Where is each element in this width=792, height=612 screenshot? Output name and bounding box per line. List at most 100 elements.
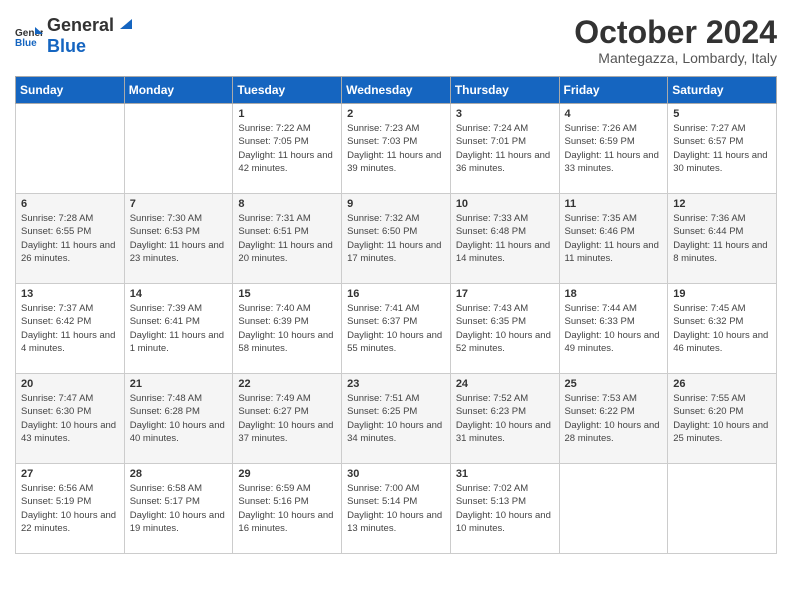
day-number: 20 (21, 378, 119, 390)
page-header: General Blue General Blue October 2024 M… (15, 15, 777, 66)
weekday-header-saturday: Saturday (668, 77, 777, 104)
day-number: 10 (456, 198, 554, 210)
day-number: 22 (238, 378, 336, 390)
day-number: 26 (673, 378, 771, 390)
day-info: Sunrise: 7:32 AM Sunset: 6:50 PM Dayligh… (347, 212, 445, 265)
logo-general-text: General (47, 15, 114, 36)
calendar-cell: 3 Sunrise: 7:24 AM Sunset: 7:01 PM Daylig… (450, 104, 559, 194)
calendar-cell: 20 Sunrise: 7:47 AM Sunset: 6:30 PM Dayli… (16, 374, 125, 464)
calendar-cell: 23Sunrise: 7:51 AM Sunset: 6:25 PM Dayli… (342, 374, 451, 464)
day-info: Sunrise: 7:45 AM Sunset: 6:32 PM Dayligh… (673, 302, 771, 355)
calendar-cell: 2 Sunrise: 7:23 AM Sunset: 7:03 PM Daylig… (342, 104, 451, 194)
calendar-cell: 24 Sunrise: 7:52 AM Sunset: 6:23 PM Dayli… (450, 374, 559, 464)
calendar-cell: 22 Sunrise: 7:49 AM Sunset: 6:27 PM Dayli… (233, 374, 342, 464)
calendar-cell: 28Sunrise: 6:58 AM Sunset: 5:17 PM Dayli… (124, 464, 233, 554)
day-info: Sunrise: 7:40 AM Sunset: 6:39 PM Dayligh… (238, 302, 336, 355)
day-info: Sunrise: 7:22 AM Sunset: 7:05 PM Dayligh… (238, 122, 336, 175)
calendar-cell: 17 Sunrise: 7:43 AM Sunset: 6:35 PM Dayli… (450, 284, 559, 374)
day-info: Sunrise: 6:59 AM Sunset: 5:16 PM Dayligh… (238, 482, 336, 535)
day-info: Sunrise: 7:55 AM Sunset: 6:20 PM Dayligh… (673, 392, 771, 445)
calendar-cell: 21Sunrise: 7:48 AM Sunset: 6:28 PM Dayli… (124, 374, 233, 464)
weekday-header-sunday: Sunday (16, 77, 125, 104)
day-info: Sunrise: 7:52 AM Sunset: 6:23 PM Dayligh… (456, 392, 554, 445)
day-info: Sunrise: 7:37 AM Sunset: 6:42 PM Dayligh… (21, 302, 119, 355)
calendar-cell: 1 Sunrise: 7:22 AM Sunset: 7:05 PM Daylig… (233, 104, 342, 194)
weekday-header-thursday: Thursday (450, 77, 559, 104)
location-text: Mantegazza, Lombardy, Italy (574, 50, 777, 66)
calendar-cell: 7Sunrise: 7:30 AM Sunset: 6:53 PM Daylig… (124, 194, 233, 284)
calendar-week-row: 6 Sunrise: 7:28 AM Sunset: 6:55 PM Daylig… (16, 194, 777, 284)
calendar-cell: 26 Sunrise: 7:55 AM Sunset: 6:20 PM Dayli… (668, 374, 777, 464)
day-number: 1 (238, 108, 336, 120)
day-number: 17 (456, 288, 554, 300)
weekday-header-friday: Friday (559, 77, 668, 104)
calendar-cell: 6 Sunrise: 7:28 AM Sunset: 6:55 PM Daylig… (16, 194, 125, 284)
logo: General Blue General Blue (15, 15, 133, 57)
calendar-week-row: 1 Sunrise: 7:22 AM Sunset: 7:05 PM Daylig… (16, 104, 777, 194)
calendar-cell: 16 Sunrise: 7:41 AM Sunset: 6:37 PM Dayli… (342, 284, 451, 374)
calendar-cell: 9 Sunrise: 7:32 AM Sunset: 6:50 PM Daylig… (342, 194, 451, 284)
day-number: 19 (673, 288, 771, 300)
calendar-cell: 8 Sunrise: 7:31 AM Sunset: 6:51 PM Daylig… (233, 194, 342, 284)
day-number: 8 (238, 198, 336, 210)
calendar-cell: 11 Sunrise: 7:35 AM Sunset: 6:46 PM Dayli… (559, 194, 668, 284)
day-number: 24 (456, 378, 554, 390)
calendar-cell: 13 Sunrise: 7:37 AM Sunset: 6:42 PM Dayli… (16, 284, 125, 374)
calendar-cell (668, 464, 777, 554)
day-number: 15 (238, 288, 336, 300)
day-number: 25 (565, 378, 663, 390)
day-number: 4 (565, 108, 663, 120)
day-info: Sunrise: 7:44 AM Sunset: 6:33 PM Dayligh… (565, 302, 663, 355)
day-info: Sunrise: 7:33 AM Sunset: 6:48 PM Dayligh… (456, 212, 554, 265)
day-number: 9 (347, 198, 445, 210)
day-number: 31 (456, 468, 554, 480)
calendar-cell: 10 Sunrise: 7:33 AM Sunset: 6:48 PM Dayli… (450, 194, 559, 284)
day-info: Sunrise: 7:51 AM Sunset: 6:25 PM Dayligh… (347, 392, 445, 445)
weekday-header-tuesday: Tuesday (233, 77, 342, 104)
day-info: Sunrise: 7:26 AM Sunset: 6:59 PM Dayligh… (565, 122, 663, 175)
day-number: 29 (238, 468, 336, 480)
calendar-cell: 4 Sunrise: 7:26 AM Sunset: 6:59 PM Daylig… (559, 104, 668, 194)
day-info: Sunrise: 7:36 AM Sunset: 6:44 PM Dayligh… (673, 212, 771, 265)
calendar-cell: 5 Sunrise: 7:27 AM Sunset: 6:57 PM Daylig… (668, 104, 777, 194)
day-number: 16 (347, 288, 445, 300)
calendar-cell: 14 Sunrise: 7:39 AM Sunset: 6:41 PM Dayli… (124, 284, 233, 374)
day-info: Sunrise: 7:24 AM Sunset: 7:01 PM Dayligh… (456, 122, 554, 175)
calendar-cell (124, 104, 233, 194)
calendar-cell (559, 464, 668, 554)
day-number: 21 (130, 378, 228, 390)
day-info: Sunrise: 7:02 AM Sunset: 5:13 PM Dayligh… (456, 482, 554, 535)
day-info: Sunrise: 7:31 AM Sunset: 6:51 PM Dayligh… (238, 212, 336, 265)
day-number: 12 (673, 198, 771, 210)
day-number: 11 (565, 198, 663, 210)
day-number: 14 (130, 288, 228, 300)
day-info: Sunrise: 7:35 AM Sunset: 6:46 PM Dayligh… (565, 212, 663, 265)
calendar-cell: 31 Sunrise: 7:02 AM Sunset: 5:13 PM Dayli… (450, 464, 559, 554)
title-area: October 2024 Mantegazza, Lombardy, Italy (574, 15, 777, 66)
calendar-week-row: 13 Sunrise: 7:37 AM Sunset: 6:42 PM Dayli… (16, 284, 777, 374)
day-info: Sunrise: 7:53 AM Sunset: 6:22 PM Dayligh… (565, 392, 663, 445)
day-number: 5 (673, 108, 771, 120)
day-info: Sunrise: 7:43 AM Sunset: 6:35 PM Dayligh… (456, 302, 554, 355)
calendar-cell: 29 Sunrise: 6:59 AM Sunset: 5:16 PM Dayli… (233, 464, 342, 554)
day-info: Sunrise: 7:23 AM Sunset: 7:03 PM Dayligh… (347, 122, 445, 175)
day-number: 6 (21, 198, 119, 210)
day-number: 13 (21, 288, 119, 300)
calendar-table: SundayMondayTuesdayWednesdayThursdayFrid… (15, 76, 777, 554)
day-info: Sunrise: 7:28 AM Sunset: 6:55 PM Dayligh… (21, 212, 119, 265)
weekday-header-row: SundayMondayTuesdayWednesdayThursdayFrid… (16, 77, 777, 104)
day-info: Sunrise: 7:27 AM Sunset: 6:57 PM Dayligh… (673, 122, 771, 175)
day-info: Sunrise: 7:47 AM Sunset: 6:30 PM Dayligh… (21, 392, 119, 445)
day-info: Sunrise: 7:49 AM Sunset: 6:27 PM Dayligh… (238, 392, 336, 445)
day-number: 3 (456, 108, 554, 120)
day-info: Sunrise: 7:39 AM Sunset: 6:41 PM Dayligh… (130, 302, 228, 355)
calendar-cell: 25 Sunrise: 7:53 AM Sunset: 6:22 PM Dayli… (559, 374, 668, 464)
weekday-header-monday: Monday (124, 77, 233, 104)
day-number: 7 (130, 198, 228, 210)
calendar-cell: 30Sunrise: 7:00 AM Sunset: 5:14 PM Dayli… (342, 464, 451, 554)
day-number: 2 (347, 108, 445, 120)
day-info: Sunrise: 7:41 AM Sunset: 6:37 PM Dayligh… (347, 302, 445, 355)
day-number: 28 (130, 468, 228, 480)
calendar-cell: 12 Sunrise: 7:36 AM Sunset: 6:44 PM Dayli… (668, 194, 777, 284)
logo-icon: General Blue (15, 22, 43, 50)
